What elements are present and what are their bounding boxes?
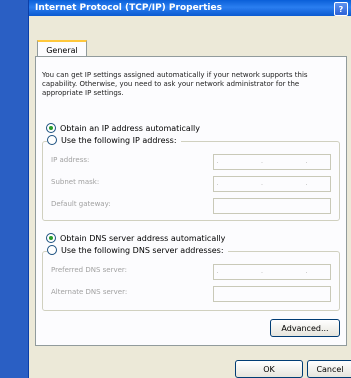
advanced-button[interactable]: Advanced... bbox=[270, 319, 340, 337]
use-following-ip-label: Use the following IP address: bbox=[61, 135, 177, 145]
use-following-ip-option[interactable]: Use the following IP address: bbox=[47, 135, 181, 145]
dns-group: Use the following DNS server addresses: … bbox=[42, 245, 340, 311]
window-title: Internet Protocol (TCP/IP) Properties bbox=[35, 3, 222, 13]
subnet-mask-field[interactable]: . . . bbox=[213, 176, 331, 192]
obtain-dns-auto-label: Obtain DNS server address automatically bbox=[60, 233, 226, 243]
obtain-dns-auto-option[interactable]: Obtain DNS server address automatically bbox=[46, 233, 225, 243]
default-gateway-row: Default gateway: bbox=[51, 198, 331, 214]
default-gateway-field[interactable] bbox=[213, 198, 331, 214]
ip-address-field[interactable]: . . . bbox=[213, 154, 331, 170]
use-following-dns-option[interactable]: Use the following DNS server addresses: bbox=[47, 245, 228, 255]
preferred-dns-label: Preferred DNS server: bbox=[51, 266, 128, 274]
radio-selected-icon[interactable] bbox=[46, 233, 56, 243]
description-text: You can get IP settings assigned automat… bbox=[42, 71, 308, 97]
radio-icon[interactable] bbox=[47, 135, 57, 145]
alternate-dns-field[interactable] bbox=[213, 286, 331, 302]
subnet-mask-row: Subnet mask: . . . bbox=[51, 176, 331, 192]
obtain-ip-auto-option[interactable]: Obtain an IP address automatically bbox=[46, 123, 200, 133]
general-panel: You can get IP settings assigned automat… bbox=[35, 56, 347, 346]
preferred-dns-field[interactable]: . . . bbox=[213, 264, 331, 280]
preferred-dns-row: Preferred DNS server: . . . bbox=[51, 264, 331, 280]
properties-dialog: Internet Protocol (TCP/IP) Properties ? … bbox=[28, 0, 351, 378]
alternate-dns-label: Alternate DNS server: bbox=[51, 288, 128, 296]
ok-button[interactable]: OK bbox=[235, 360, 303, 378]
subnet-mask-label: Subnet mask: bbox=[51, 178, 100, 186]
obtain-ip-auto-label: Obtain an IP address automatically bbox=[60, 123, 201, 133]
default-gateway-label: Default gateway: bbox=[51, 200, 111, 208]
radio-icon[interactable] bbox=[47, 245, 57, 255]
ip-address-group: Use the following IP address: IP address… bbox=[42, 135, 340, 221]
ip-address-row: IP address: . . . bbox=[51, 154, 331, 170]
ip-address-label: IP address: bbox=[51, 156, 90, 164]
use-following-dns-label: Use the following DNS server addresses: bbox=[61, 245, 224, 255]
help-button[interactable]: ? bbox=[334, 2, 348, 16]
cancel-button[interactable]: Cancel bbox=[307, 360, 351, 378]
title-bar: Internet Protocol (TCP/IP) Properties ? bbox=[29, 0, 351, 16]
alternate-dns-row: Alternate DNS server: bbox=[51, 286, 331, 302]
radio-selected-icon[interactable] bbox=[46, 123, 56, 133]
